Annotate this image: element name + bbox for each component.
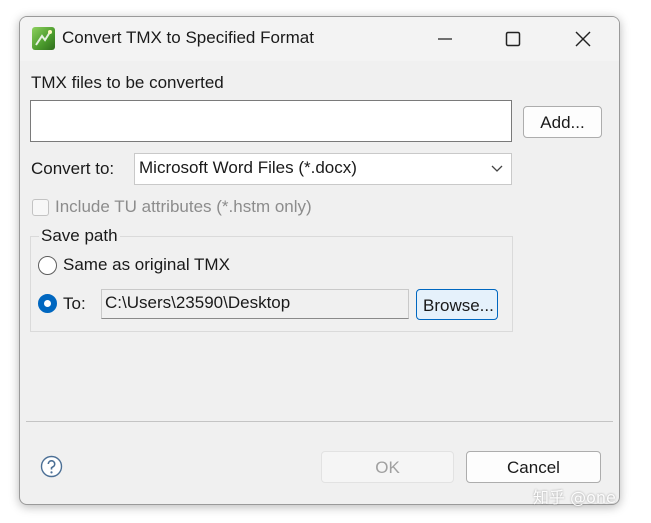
include-tu-label: Include TU attributes (*.hstm only) [55, 197, 312, 216]
minimize-icon [438, 38, 452, 40]
close-icon [575, 31, 591, 47]
ok-button[interactable]: OK [321, 451, 454, 483]
to-radio[interactable] [38, 294, 57, 313]
tmx-files-input[interactable] [30, 100, 512, 142]
close-button[interactable] [560, 17, 606, 61]
cancel-button[interactable]: Cancel [466, 451, 601, 483]
minimize-button[interactable] [422, 17, 468, 61]
maximize-button[interactable] [490, 17, 536, 61]
footer-separator [26, 421, 613, 422]
save-path-legend: Save path [39, 226, 120, 246]
format-select-value: Microsoft Word Files (*.docx) [139, 158, 357, 177]
watermark-text: 知乎 @one [533, 488, 616, 507]
help-button[interactable] [40, 455, 63, 483]
title-bar[interactable]: Convert TMX to Specified Format [20, 17, 619, 61]
convert-to-label: Convert to: [31, 159, 115, 178]
same-as-original-radio[interactable] [38, 256, 57, 275]
browse-button[interactable]: Browse... [416, 289, 498, 320]
save-path-value: C:\Users\23590\Desktop [105, 293, 291, 312]
convert-tmx-dialog: Convert TMX to Specified Format TMX file… [19, 16, 620, 505]
tmx-files-label: TMX files to be converted [31, 73, 224, 92]
chevron-down-icon [491, 165, 503, 172]
to-label: To: [63, 294, 86, 313]
tmx-converter-icon [32, 27, 55, 50]
add-button[interactable]: Add... [523, 106, 602, 138]
help-icon [40, 455, 63, 478]
include-tu-checkbox[interactable] [32, 199, 49, 216]
window-title: Convert TMX to Specified Format [62, 28, 314, 47]
maximize-icon [505, 31, 521, 47]
format-select[interactable]: Microsoft Word Files (*.docx) [134, 153, 512, 185]
save-path-field[interactable]: C:\Users\23590\Desktop [101, 289, 409, 319]
same-as-original-label: Same as original TMX [63, 255, 230, 274]
